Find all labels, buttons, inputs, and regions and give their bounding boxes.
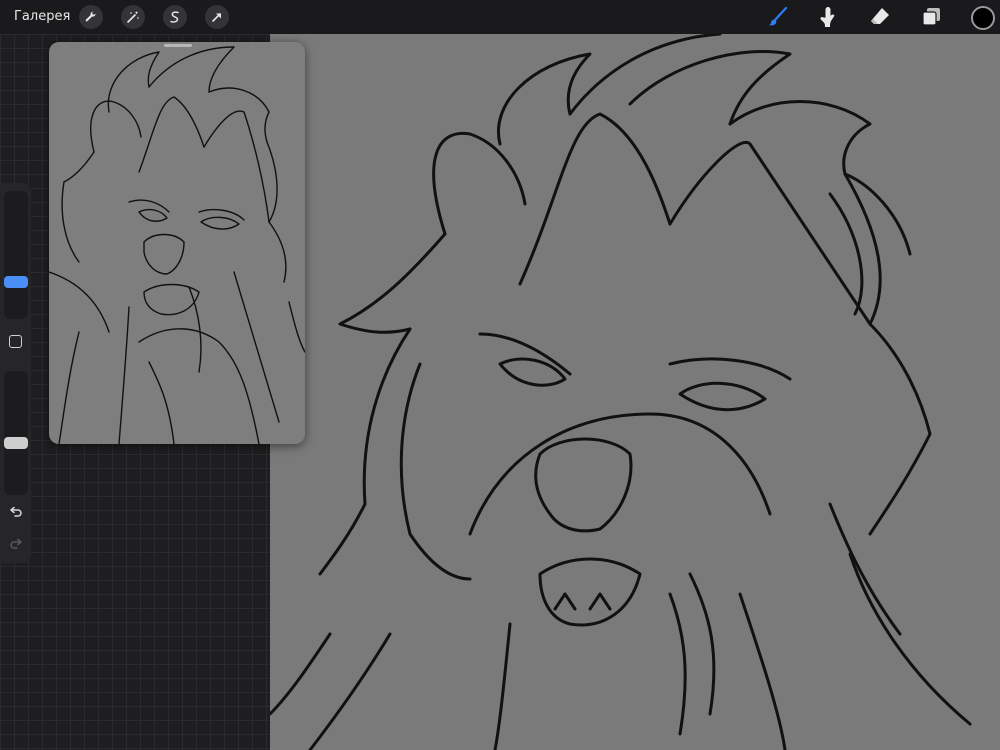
brush-tool-button[interactable] bbox=[766, 5, 790, 29]
reference-thumbnail bbox=[49, 46, 305, 444]
redo-button[interactable] bbox=[5, 534, 27, 556]
opacity-slider[interactable] bbox=[4, 371, 28, 495]
drawing-canvas[interactable] bbox=[270, 34, 1000, 750]
transform-arrow-icon bbox=[212, 13, 221, 22]
reference-window[interactable] bbox=[49, 42, 305, 444]
modify-button[interactable] bbox=[9, 335, 22, 348]
transform-button[interactable] bbox=[205, 5, 229, 29]
selection-button[interactable] bbox=[163, 5, 187, 29]
brush-size-slider[interactable] bbox=[4, 191, 28, 319]
actions-wrench-button[interactable] bbox=[79, 5, 103, 29]
wrench-icon bbox=[85, 11, 96, 22]
magic-wand-icon bbox=[127, 11, 139, 23]
reference-drag-handle[interactable] bbox=[164, 44, 192, 47]
brush-size-thumb[interactable] bbox=[4, 275, 28, 288]
left-sidebar bbox=[0, 183, 31, 563]
brush-icon bbox=[768, 6, 788, 26]
redo-icon bbox=[10, 538, 22, 549]
smudge-tool-button[interactable] bbox=[816, 5, 840, 29]
eraser-tool-button[interactable] bbox=[868, 5, 892, 29]
layers-icon bbox=[922, 8, 940, 26]
color-picker-button[interactable] bbox=[971, 6, 995, 30]
gallery-button[interactable]: Галерея bbox=[14, 0, 70, 34]
layers-button[interactable] bbox=[919, 5, 943, 29]
opacity-thumb[interactable] bbox=[4, 437, 28, 450]
selection-icon bbox=[170, 11, 179, 23]
undo-button[interactable] bbox=[5, 502, 27, 524]
smudge-icon bbox=[820, 7, 835, 27]
eraser-icon bbox=[871, 8, 889, 24]
top-toolbar: Галерея bbox=[0, 0, 1000, 34]
adjustments-button[interactable] bbox=[121, 5, 145, 29]
undo-icon bbox=[10, 506, 22, 517]
artwork-lineart bbox=[270, 34, 972, 750]
